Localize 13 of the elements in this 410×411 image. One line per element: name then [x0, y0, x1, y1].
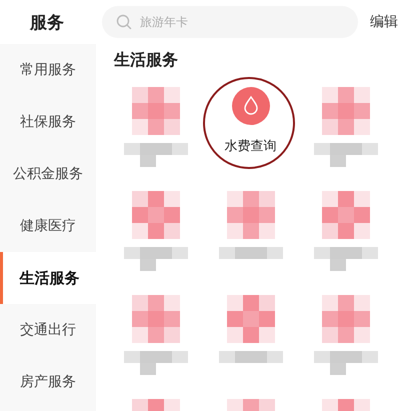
- page-title: 服务: [30, 12, 65, 34]
- search-field[interactable]: 旅游年卡: [102, 6, 358, 38]
- sidebar-item[interactable]: 生活服务: [0, 252, 96, 304]
- section-title: 生活服务: [114, 50, 179, 71]
- sidebar-item[interactable]: 社保服务: [0, 96, 96, 148]
- sidebar-item[interactable]: 常用服务: [0, 44, 96, 96]
- sidebar-item[interactable]: 房产服务: [0, 356, 96, 408]
- sidebar-item[interactable]: 公积金服务: [0, 148, 96, 200]
- service-label[interactable]: 水费查询: [224, 137, 276, 155]
- water-drop-icon[interactable]: [232, 87, 270, 125]
- sidebar-item[interactable]: 健康医疗: [0, 200, 96, 252]
- edit-link[interactable]: 编辑: [370, 13, 398, 31]
- sidebar-item[interactable]: 交通出行: [0, 304, 96, 356]
